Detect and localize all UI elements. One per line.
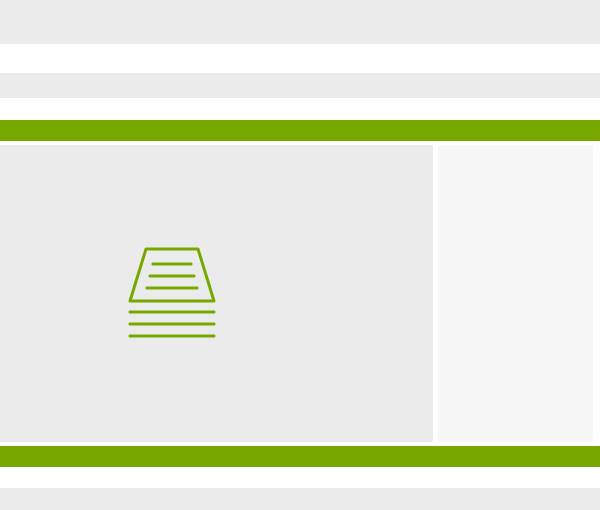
document-stack-icon	[128, 247, 216, 338]
media-placeholder	[0, 145, 433, 442]
bottom-bar	[0, 488, 600, 510]
secondary-bar	[0, 73, 600, 98]
content-area	[0, 145, 600, 443]
top-bar	[0, 0, 600, 44]
side-panel	[438, 145, 593, 442]
accent-bar-bottom	[0, 446, 600, 467]
accent-bar-top	[0, 120, 600, 141]
